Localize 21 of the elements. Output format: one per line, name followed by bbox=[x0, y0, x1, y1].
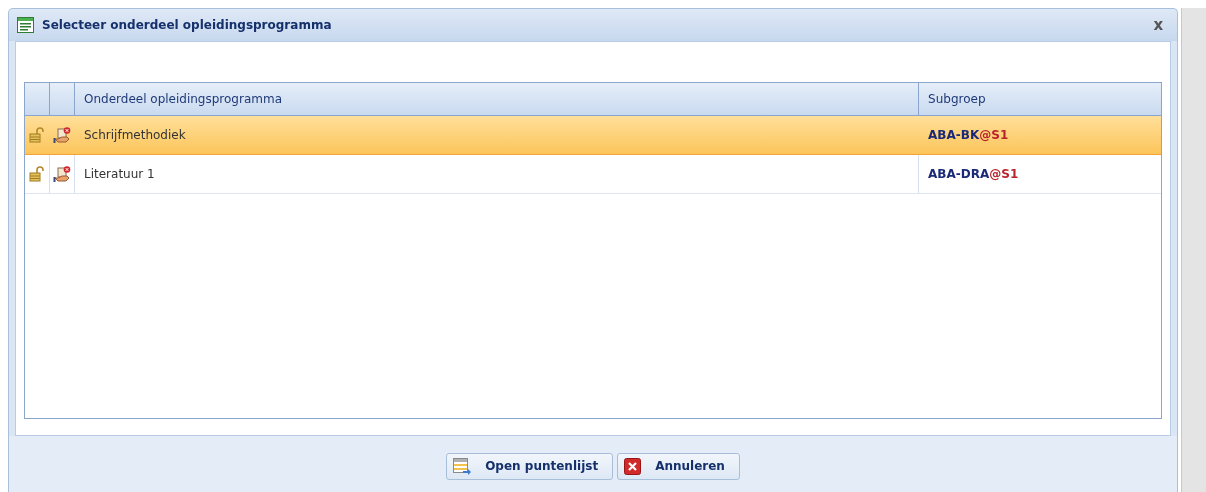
table-cell: Literatuur 1 bbox=[84, 167, 155, 181]
window-title: Selecteer onderdeel opleidingsprogramma bbox=[42, 18, 333, 32]
subgroup-suffix: @S1 bbox=[989, 167, 1019, 181]
table-row[interactable]: Schrijfmethodiek ABA-BK@S1 bbox=[25, 116, 1162, 155]
subgroup-code: ABA-DRA bbox=[928, 167, 990, 181]
spreadsheet-icon bbox=[453, 457, 472, 475]
subgroup-suffix: @S1 bbox=[979, 128, 1009, 142]
open-button[interactable]: Open puntenlijst bbox=[446, 452, 614, 480]
column-header[interactable]: Onderdeel opleidingsprogramma bbox=[75, 83, 920, 115]
table-cell: Schrijfmethodiek bbox=[84, 128, 186, 142]
subgroup-code: ABA-BK bbox=[928, 128, 980, 142]
padlock-icon bbox=[29, 166, 45, 182]
close-icon bbox=[624, 457, 642, 475]
close-button[interactable]: x bbox=[1149, 16, 1168, 34]
padlock-icon bbox=[29, 127, 45, 143]
table-row[interactable]: Literatuur 1 ABA-DRA@S1 bbox=[25, 155, 1162, 194]
hand-document-icon bbox=[53, 126, 71, 144]
column-header[interactable]: Subgroep bbox=[919, 83, 1162, 115]
window-icon bbox=[17, 17, 34, 33]
hand-document-icon bbox=[53, 165, 71, 183]
cancel-button[interactable]: Annuleren bbox=[617, 452, 740, 480]
